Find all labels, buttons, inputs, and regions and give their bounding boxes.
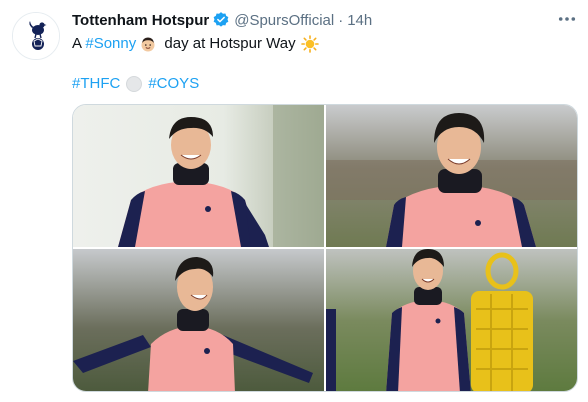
photo-4[interactable] xyxy=(326,249,577,391)
separator-dot: · xyxy=(338,11,344,29)
tweet[interactable]: Tottenham Hotspur @SpursOfficial · 14h A… xyxy=(0,0,588,402)
verified-badge-icon xyxy=(212,11,230,29)
avatar[interactable] xyxy=(12,12,60,60)
photo-3[interactable] xyxy=(73,249,324,391)
display-name[interactable]: Tottenham Hotspur xyxy=(72,12,209,29)
ball-emoji-icon xyxy=(126,76,143,92)
face-emoji-icon xyxy=(140,36,156,52)
hashtag-thfc[interactable]: #THFC xyxy=(72,74,120,94)
media-grid xyxy=(72,104,578,392)
tweet-text-prefix: A xyxy=(72,35,86,52)
user-handle[interactable]: @SpursOfficial xyxy=(234,12,334,29)
hashtag-coys[interactable]: #COYS xyxy=(148,74,199,94)
tweet-header: Tottenham Hotspur @SpursOfficial · 14h xyxy=(72,10,372,30)
tweet-text-suffix: day at Hotspur Way xyxy=(160,35,296,52)
photo-1[interactable] xyxy=(73,105,324,247)
tweet-text-line-2: #THFC #COYS xyxy=(72,74,199,94)
hashtag-sonny[interactable]: #Sonny xyxy=(85,34,136,54)
more-options-button[interactable] xyxy=(556,8,578,30)
timestamp[interactable]: 14h xyxy=(347,12,372,29)
tweet-text-line-1: A #Sonny day at Hotspur Way xyxy=(72,34,319,54)
spurs-crest-icon xyxy=(13,13,59,59)
photo-2[interactable] xyxy=(326,105,577,247)
more-horizontal-icon xyxy=(558,17,576,21)
sun-emoji-icon xyxy=(300,35,319,53)
